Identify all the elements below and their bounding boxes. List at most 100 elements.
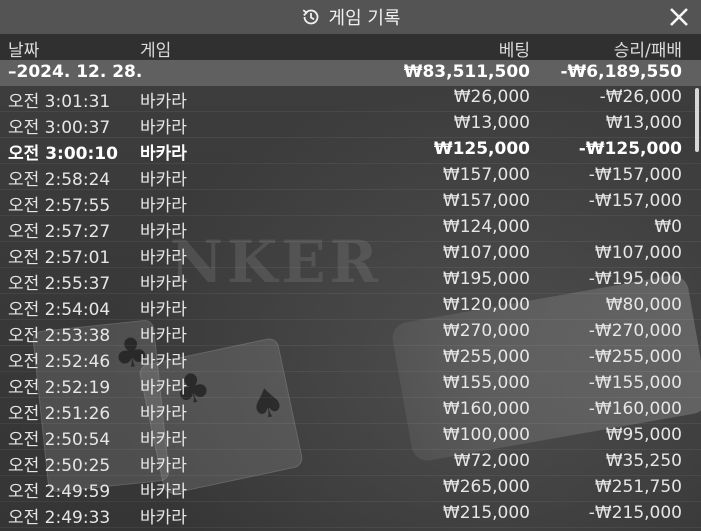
history-row-selected[interactable]: 오전 3:00:10 바카라 ₩125,000 -₩125,000 bbox=[0, 138, 701, 164]
row-result: ₩0 bbox=[654, 217, 682, 237]
row-time: 오전 2:52:19 bbox=[8, 378, 111, 398]
row-bet: ₩124,000 bbox=[442, 217, 530, 237]
row-result: -₩26,000 bbox=[599, 87, 682, 107]
history-row[interactable]: 오전 2:51:26 바카라 ₩160,000 -₩160,000 bbox=[0, 398, 701, 424]
row-result: -₩255,000 bbox=[588, 347, 682, 367]
row-bet: ₩125,000 bbox=[433, 139, 530, 159]
row-game: 바카라 bbox=[140, 456, 187, 476]
history-row[interactable]: 오전 2:58:24 바카라 ₩157,000 -₩157,000 bbox=[0, 164, 701, 190]
row-game: 바카라 bbox=[140, 196, 187, 216]
row-time: 오전 2:50:25 bbox=[8, 456, 111, 476]
column-bet: 베팅 bbox=[498, 41, 530, 61]
row-bet: ₩26,000 bbox=[453, 87, 530, 107]
history-row[interactable]: 오전 2:49:33 바카라 ₩215,000 -₩215,000 bbox=[0, 502, 701, 528]
history-row[interactable]: 오전 2:54:04 바카라 ₩120,000 ₩80,000 bbox=[0, 294, 701, 320]
row-time: 오전 2:57:27 bbox=[8, 222, 111, 242]
row-time: 오전 2:53:38 bbox=[8, 326, 111, 346]
history-row[interactable]: 오전 2:53:38 바카라 ₩270,000 -₩270,000 bbox=[0, 320, 701, 346]
row-time: 오전 2:49:33 bbox=[8, 508, 111, 528]
row-result: ₩35,250 bbox=[605, 451, 682, 471]
row-game: 바카라 bbox=[140, 170, 187, 190]
row-game: 바카라 bbox=[140, 430, 187, 450]
row-time: 오전 3:00:10 bbox=[8, 144, 118, 164]
row-time: 오전 2:51:26 bbox=[8, 404, 111, 424]
row-result: ₩107,000 bbox=[594, 243, 682, 263]
row-game: 바카라 bbox=[140, 326, 187, 346]
history-row[interactable]: 오전 2:49:59 바카라 ₩265,000 ₩251,750 bbox=[0, 476, 701, 502]
row-time: 오전 3:01:31 bbox=[8, 92, 111, 112]
row-game: 바카라 bbox=[140, 222, 187, 242]
row-result: -₩125,000 bbox=[578, 139, 682, 159]
row-game: 바카라 bbox=[140, 482, 187, 502]
history-row[interactable]: 오전 3:00:37 바카라 ₩13,000 ₩13,000 bbox=[0, 112, 701, 138]
row-bet: ₩13,000 bbox=[453, 113, 530, 133]
row-result: -₩270,000 bbox=[588, 321, 682, 341]
row-game: 바카라 bbox=[140, 404, 187, 424]
row-result: -₩195,000 bbox=[588, 269, 682, 289]
history-row[interactable]: 오전 2:57:01 바카라 ₩107,000 ₩107,000 bbox=[0, 242, 701, 268]
row-bet: ₩195,000 bbox=[442, 269, 530, 289]
row-bet: ₩120,000 bbox=[442, 295, 530, 315]
row-game: 바카라 bbox=[140, 300, 187, 320]
row-game: 바카라 bbox=[140, 274, 187, 294]
column-headers: 날짜 게임 베팅 승리/패배 bbox=[0, 34, 701, 61]
history-row[interactable]: 오전 2:52:46 바카라 ₩255,000 -₩255,000 bbox=[0, 346, 701, 372]
row-bet: ₩160,000 bbox=[442, 399, 530, 419]
history-row[interactable]: 오전 2:57:27 바카라 ₩124,000 ₩0 bbox=[0, 216, 701, 242]
summary-bet-total: ₩83,511,500 bbox=[403, 62, 530, 82]
row-bet: ₩157,000 bbox=[442, 191, 530, 211]
row-game: 바카라 bbox=[140, 352, 187, 372]
row-bet: ₩155,000 bbox=[442, 373, 530, 393]
row-bet: ₩72,000 bbox=[453, 451, 530, 471]
row-game: 바카라 bbox=[140, 248, 187, 268]
row-time: 오전 2:50:54 bbox=[8, 430, 111, 450]
row-result: ₩13,000 bbox=[605, 113, 682, 133]
date-summary-row[interactable]: –2024. 12. 28. ₩83,511,500 -₩6,189,550 bbox=[0, 60, 701, 86]
row-bet: ₩270,000 bbox=[442, 321, 530, 341]
row-game: 바카라 bbox=[140, 92, 187, 112]
row-time: 오전 2:58:24 bbox=[8, 170, 111, 190]
row-time: 오전 2:49:59 bbox=[8, 482, 111, 502]
column-game: 게임 bbox=[140, 41, 172, 61]
row-time: 오전 2:54:04 bbox=[8, 300, 111, 320]
row-bet: ₩107,000 bbox=[442, 243, 530, 263]
row-game: 바카라 bbox=[140, 378, 187, 398]
row-bet: ₩157,000 bbox=[442, 165, 530, 185]
row-time: 오전 3:00:37 bbox=[8, 118, 111, 138]
row-result: ₩95,000 bbox=[605, 425, 682, 445]
row-bet: ₩265,000 bbox=[442, 477, 530, 497]
history-row[interactable]: 오전 2:52:19 바카라 ₩155,000 -₩155,000 bbox=[0, 372, 701, 398]
history-row[interactable]: 오전 3:01:31 바카라 ₩26,000 -₩26,000 bbox=[0, 86, 701, 112]
row-time: 오전 2:57:55 bbox=[8, 196, 111, 216]
history-row[interactable]: 오전 2:50:54 바카라 ₩100,000 ₩95,000 bbox=[0, 424, 701, 450]
row-bet: ₩215,000 bbox=[442, 503, 530, 523]
row-bet: ₩100,000 bbox=[442, 425, 530, 445]
scrollbar-thumb[interactable] bbox=[695, 88, 699, 152]
history-icon bbox=[302, 9, 318, 25]
row-bet: ₩255,000 bbox=[442, 347, 530, 367]
row-game: 바카라 bbox=[140, 508, 187, 528]
row-result: -₩155,000 bbox=[588, 373, 682, 393]
summary-result-total: -₩6,189,550 bbox=[560, 62, 682, 82]
page-title: 게임 기록 bbox=[328, 8, 401, 29]
column-result: 승리/패배 bbox=[613, 41, 682, 61]
row-result: ₩251,750 bbox=[594, 477, 682, 497]
row-time: 오전 2:57:01 bbox=[8, 248, 111, 268]
close-icon[interactable] bbox=[667, 5, 691, 29]
title-bar: 게임 기록 bbox=[0, 0, 701, 34]
row-result: -₩160,000 bbox=[588, 399, 682, 419]
summary-date: –2024. 12. 28. bbox=[8, 62, 143, 82]
row-time: 오전 2:55:37 bbox=[8, 274, 111, 294]
row-result: -₩157,000 bbox=[588, 191, 682, 211]
row-result: -₩215,000 bbox=[588, 503, 682, 523]
row-game: 바카라 bbox=[140, 144, 187, 164]
history-row[interactable]: 오전 2:50:25 바카라 ₩72,000 ₩35,250 bbox=[0, 450, 701, 476]
history-row[interactable]: 오전 2:55:37 바카라 ₩195,000 -₩195,000 bbox=[0, 268, 701, 294]
row-result: ₩80,000 bbox=[605, 295, 682, 315]
history-row[interactable]: 오전 2:57:55 바카라 ₩157,000 -₩157,000 bbox=[0, 190, 701, 216]
column-date: 날짜 bbox=[8, 41, 40, 61]
history-list: 오전 3:01:31 바카라 ₩26,000 -₩26,000 오전 3:00:37 바… bbox=[0, 86, 701, 528]
row-time: 오전 2:52:46 bbox=[8, 352, 111, 372]
row-game: 바카라 bbox=[140, 118, 187, 138]
row-result: -₩157,000 bbox=[588, 165, 682, 185]
